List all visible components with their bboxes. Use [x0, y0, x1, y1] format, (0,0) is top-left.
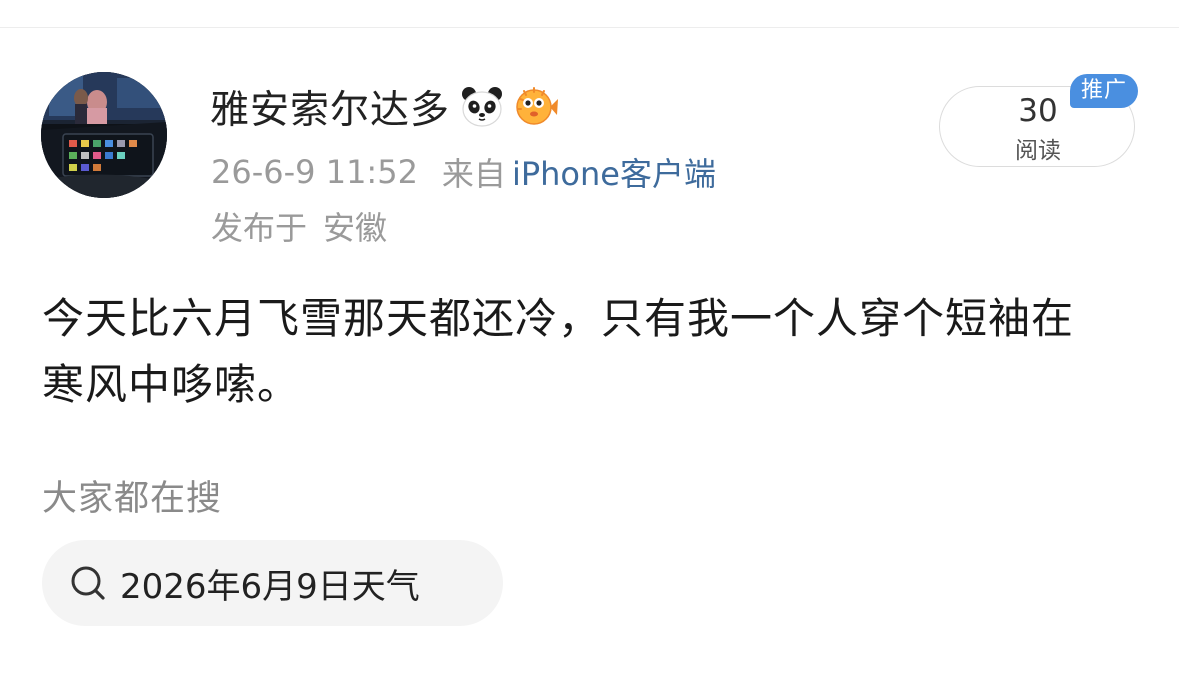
source-link[interactable]: iPhone客户端	[512, 149, 716, 195]
promo-tag: 推广	[1070, 74, 1138, 108]
trending-search-heading: 大家都在搜	[42, 479, 223, 519]
top-divider	[0, 27, 1179, 28]
read-label: 阅读	[1015, 138, 1061, 164]
trending-search-chip[interactable]: 2026年6月9日天气	[42, 540, 503, 626]
location-prefix: 发布于	[211, 209, 308, 247]
post-meta: 26-6-9 11:52 来自 iPhone客户端	[211, 150, 716, 194]
panda-icon	[460, 85, 504, 129]
author-name[interactable]: 雅安索尔达多	[210, 79, 450, 135]
avatar-image	[41, 72, 167, 198]
avatar[interactable]	[41, 72, 167, 198]
trending-search-label: 2026年6月9日天气	[120, 566, 420, 607]
source-prefix: 来自	[441, 155, 506, 193]
author-row: 雅安索尔达多	[210, 79, 559, 135]
location-value: 安徽	[323, 209, 388, 247]
post-timestamp: 26-6-9 11:52	[211, 153, 418, 191]
post-text: 今天比六月飞雪那天都还冷，只有我一个人穿个短袖在寒风中哆嗦。	[42, 294, 1075, 409]
post-location: 发布于 安徽	[211, 204, 387, 248]
pufferfish-icon	[514, 85, 559, 129]
search-icon	[68, 563, 108, 603]
